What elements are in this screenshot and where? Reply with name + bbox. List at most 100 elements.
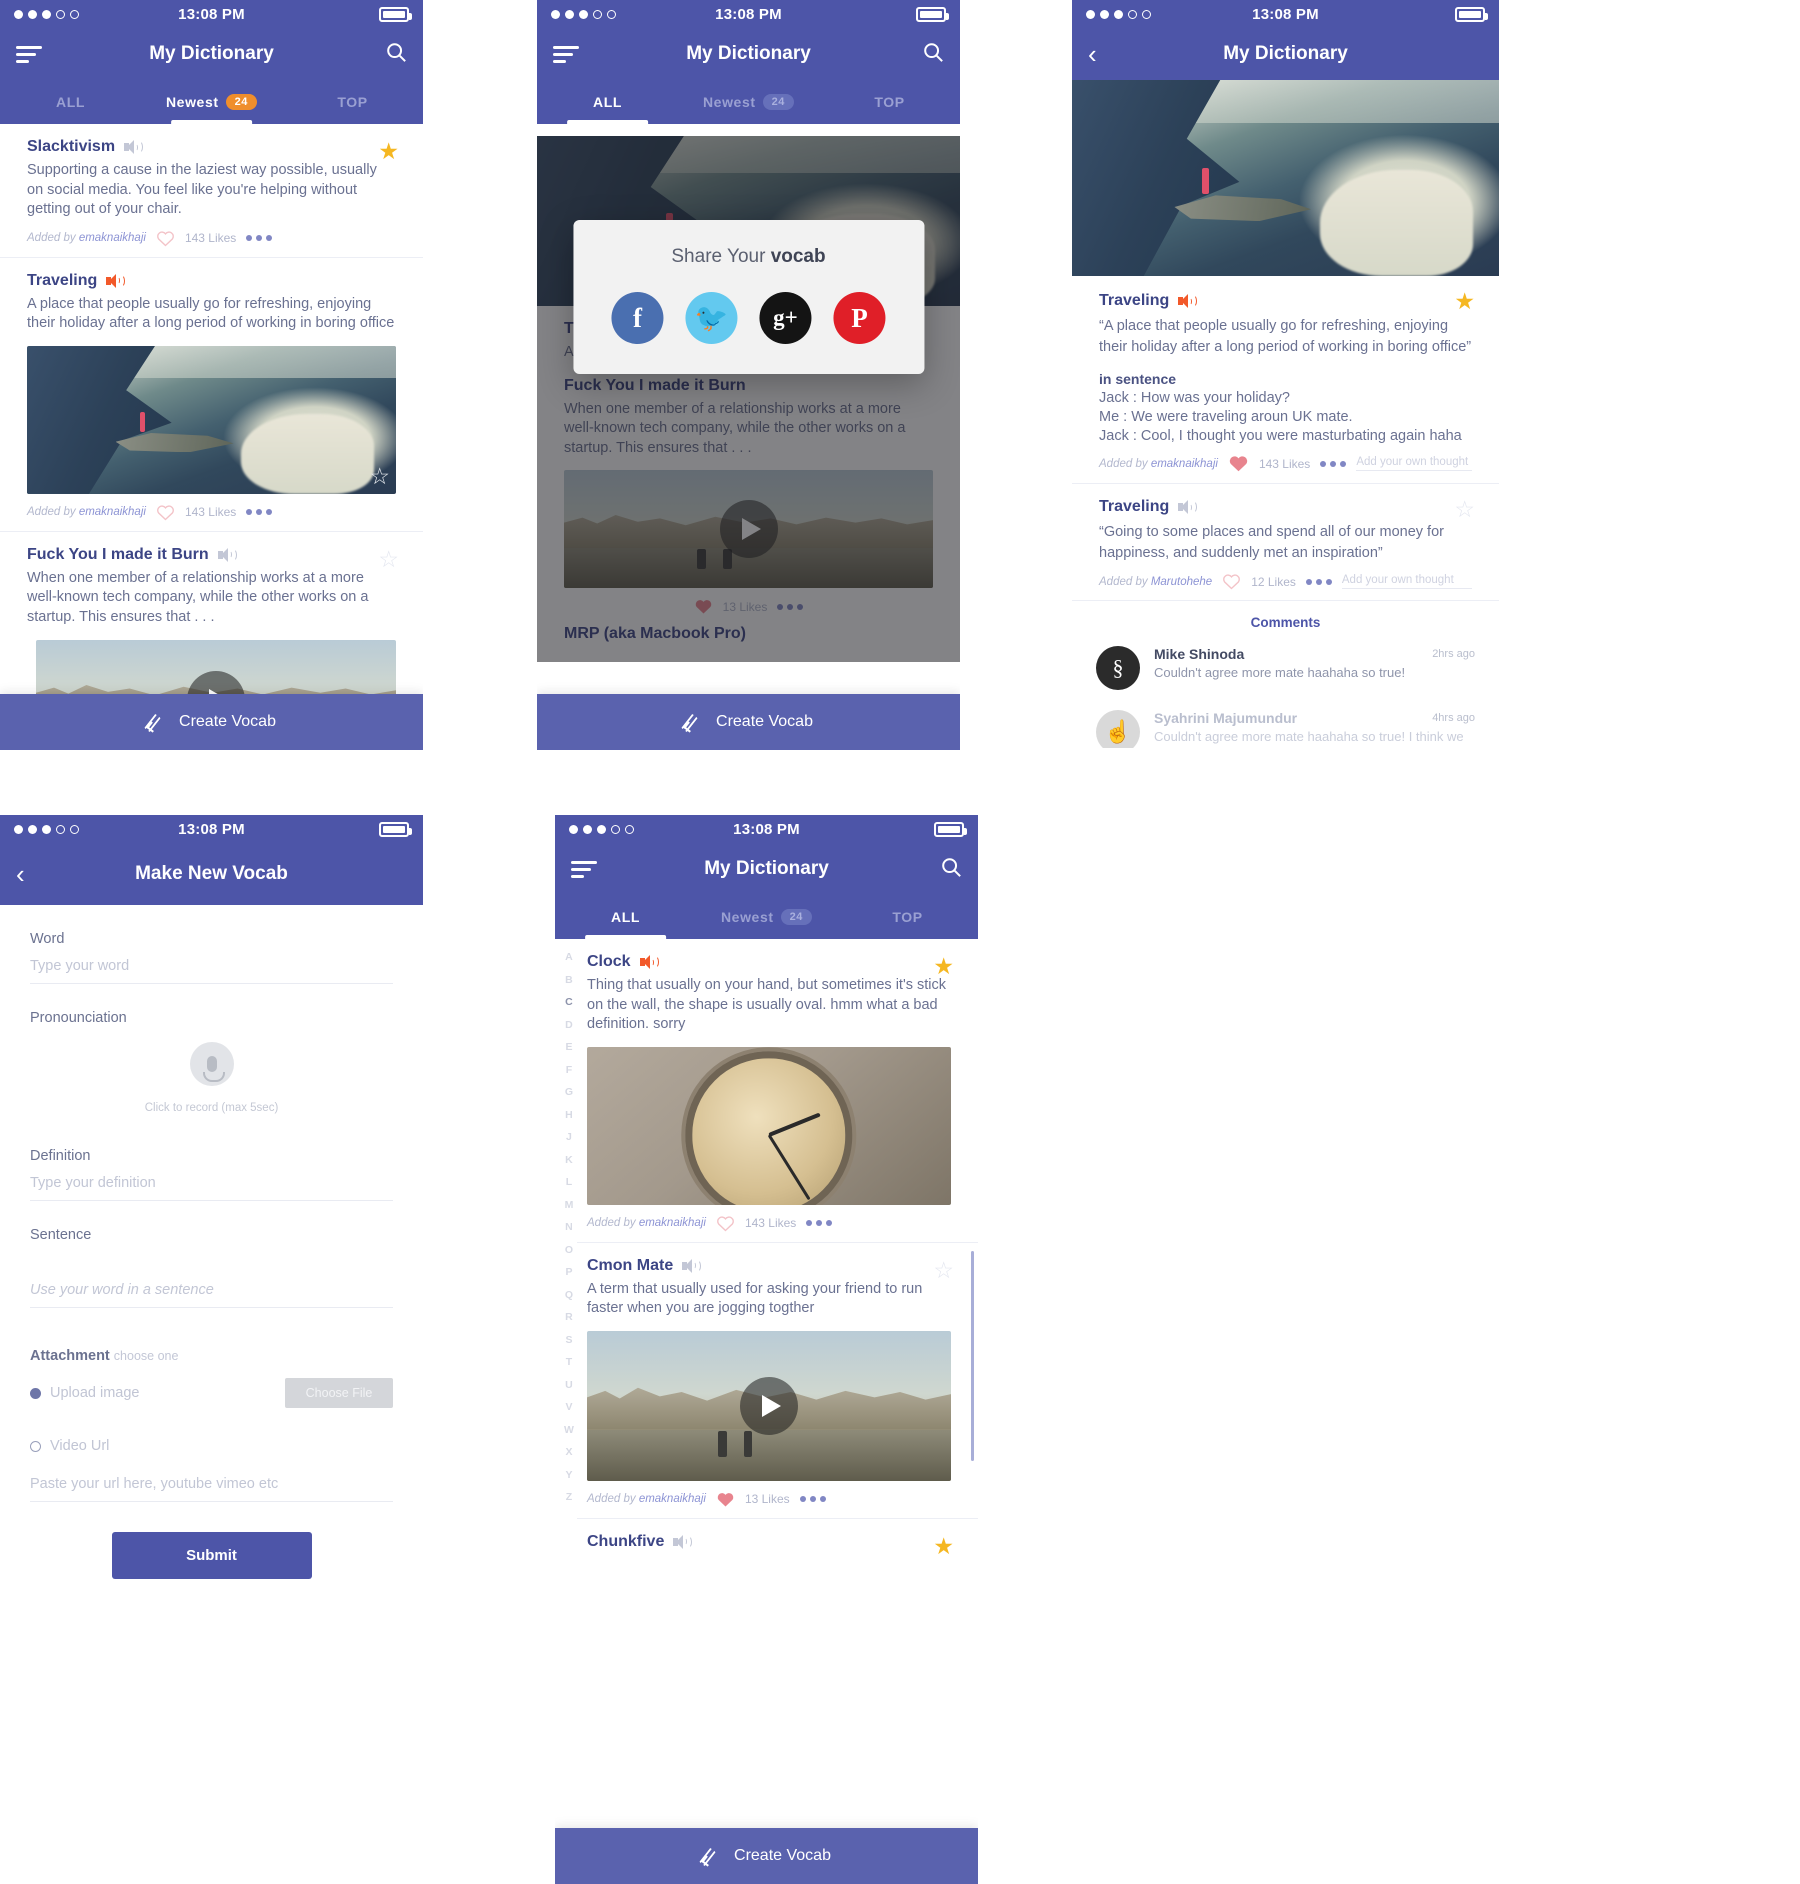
alphabet-index-letter[interactable]: R <box>565 1307 573 1329</box>
more-options-icon[interactable] <box>1305 578 1332 585</box>
alphabet-index-letter[interactable]: E <box>565 1037 572 1059</box>
star-icon[interactable]: ☆ <box>369 464 390 488</box>
modal-overlay[interactable] <box>537 136 960 662</box>
more-options-icon[interactable] <box>246 235 273 242</box>
alphabet-index-letter[interactable]: F <box>566 1060 572 1082</box>
alphabet-index-letter[interactable]: O <box>565 1240 573 1262</box>
alphabet-index-letter[interactable]: L <box>566 1172 572 1194</box>
alphabet-index-letter[interactable]: T <box>566 1352 572 1374</box>
alphabet-index-letter[interactable]: K <box>565 1150 573 1172</box>
vocab-entry[interactable]: Clock Thing that usually on your hand, b… <box>577 939 978 1243</box>
vocab-entry[interactable]: Traveling “Going to some places and spen… <box>1072 484 1499 602</box>
menu-icon[interactable] <box>571 860 597 878</box>
vocab-video[interactable] <box>587 1330 951 1481</box>
menu-icon[interactable] <box>16 45 42 63</box>
star-icon[interactable]: ★ <box>933 955 954 978</box>
speaker-icon[interactable] <box>217 547 237 562</box>
author-name[interactable]: emaknaikhaji <box>639 1493 706 1505</box>
heart-icon[interactable] <box>716 1491 735 1508</box>
heart-icon[interactable] <box>1222 573 1241 590</box>
speaker-icon[interactable] <box>124 140 144 154</box>
author-name[interactable]: emaknaikhaji <box>79 232 146 244</box>
vocab-image[interactable]: ☆ <box>27 345 396 494</box>
alphabet-index-letter[interactable]: W <box>564 1420 574 1442</box>
tab-all[interactable]: ALL <box>537 80 678 124</box>
alphabet-index-letter[interactable]: H <box>565 1105 573 1127</box>
alphabet-index-letter[interactable]: S <box>565 1330 572 1352</box>
pinterest-icon[interactable]: P <box>833 292 886 344</box>
speaker-icon[interactable] <box>1178 294 1198 308</box>
star-icon[interactable]: ★ <box>1454 290 1475 313</box>
alphabet-index-letter[interactable]: C <box>565 992 573 1014</box>
vocab-feed-dimmed[interactable]: Traveling A place that people usually go… <box>537 136 960 662</box>
speaker-icon[interactable] <box>673 1534 693 1549</box>
create-vocab-button[interactable]: Create Vocab <box>555 1828 978 1884</box>
star-icon[interactable]: ☆ <box>378 547 399 571</box>
add-thought-input[interactable]: Add your own thought <box>1356 456 1472 472</box>
speaker-icon[interactable] <box>1178 500 1198 515</box>
tab-newest[interactable]: Newest 24 <box>678 80 819 124</box>
tab-all[interactable]: ALL <box>0 80 141 124</box>
radio-upload-image[interactable]: Upload image <box>30 1385 139 1401</box>
author-name[interactable]: Marutohehe <box>1151 576 1212 588</box>
alphabet-index-letter[interactable]: P <box>565 1262 572 1284</box>
definition-input[interactable]: Type your definition <box>30 1175 393 1201</box>
vocab-entry[interactable]: Traveling A place that people usually go… <box>0 258 423 532</box>
author-name[interactable]: emaknaikhaji <box>1151 458 1218 470</box>
alphabet-index-letter[interactable]: B <box>565 970 573 992</box>
word-input[interactable]: Type your word <box>30 958 393 984</box>
vocab-entry[interactable]: Slacktivism Supporting a cause in the la… <box>0 124 423 258</box>
heart-icon[interactable] <box>156 230 175 247</box>
alphabet-index-letter[interactable]: V <box>565 1397 572 1419</box>
alphabet-index-letter[interactable]: X <box>565 1442 572 1464</box>
submit-button[interactable]: Submit <box>111 1532 312 1579</box>
tab-top[interactable]: TOP <box>819 80 960 124</box>
star-icon[interactable]: ☆ <box>933 1258 954 1282</box>
alphabet-index-letter[interactable]: U <box>565 1375 573 1397</box>
alphabet-index-letter[interactable]: Y <box>565 1465 572 1487</box>
play-icon[interactable] <box>740 1376 798 1435</box>
search-icon[interactable] <box>940 856 962 883</box>
more-options-icon[interactable] <box>1320 460 1347 467</box>
heart-icon[interactable] <box>716 1215 735 1232</box>
heart-icon[interactable] <box>1228 454 1249 473</box>
vocab-feed[interactable]: Slacktivism Supporting a cause in the la… <box>0 124 423 750</box>
alphabet-index-letter[interactable]: A <box>565 947 573 969</box>
tab-newest[interactable]: Newest 24 <box>696 895 837 939</box>
star-icon[interactable]: ★ <box>933 1534 954 1558</box>
back-icon[interactable]: ‹ <box>1088 41 1097 67</box>
alphabet-index[interactable]: ABCDEFGHJKLMNOPQRSTUVWXYZ <box>564 947 574 1509</box>
alphabet-index-letter[interactable]: Q <box>565 1285 573 1307</box>
menu-icon[interactable] <box>553 45 579 63</box>
speaker-icon[interactable] <box>682 1258 702 1273</box>
google-plus-icon[interactable]: g+ <box>759 292 812 344</box>
alphabet-index-letter[interactable]: G <box>565 1082 573 1104</box>
search-icon[interactable] <box>922 41 944 68</box>
author-name[interactable]: emaknaikhaji <box>639 1217 706 1229</box>
alphabet-index-letter[interactable]: N <box>565 1217 573 1239</box>
twitter-icon[interactable]: 🐦 <box>685 292 738 344</box>
tab-newest[interactable]: Newest 24 <box>141 80 282 124</box>
sentence-input[interactable]: Use your word in a sentence <box>30 1254 393 1308</box>
vocab-entry[interactable]: Chunkfive ★ <box>577 1519 978 1561</box>
alphabet-index-letter[interactable]: Z <box>566 1487 572 1509</box>
tab-top[interactable]: TOP <box>837 895 978 939</box>
alphabet-index-letter[interactable]: M <box>565 1195 574 1217</box>
comment-item[interactable]: § Mike Shinoda Couldn't agree more mate … <box>1072 636 1499 700</box>
choose-file-button[interactable]: Choose File <box>285 1378 393 1408</box>
video-url-input[interactable]: Paste your url here, youtube vimeo etc <box>30 1476 393 1502</box>
comment-item[interactable]: ☝ Syahrini Majumundur Couldn't agree mor… <box>1072 700 1499 748</box>
search-icon[interactable] <box>385 41 407 68</box>
add-thought-input[interactable]: Add your own thought <box>1341 574 1472 590</box>
record-microphone-button[interactable] <box>189 1042 234 1086</box>
vocab-entry[interactable]: Cmon Mate A term that usually used for a… <box>577 1243 978 1519</box>
radio-video-url[interactable]: Video Url <box>30 1438 393 1454</box>
facebook-icon[interactable]: f <box>611 292 664 344</box>
back-icon[interactable]: ‹ <box>16 861 25 887</box>
alphabet-index-letter[interactable]: J <box>566 1127 572 1149</box>
star-icon[interactable]: ☆ <box>1454 498 1475 521</box>
create-vocab-button[interactable]: Create Vocab <box>537 694 960 750</box>
speaker-icon[interactable] <box>639 955 659 969</box>
speaker-icon[interactable] <box>106 273 126 288</box>
alphabet-index-letter[interactable]: D <box>565 1015 573 1037</box>
